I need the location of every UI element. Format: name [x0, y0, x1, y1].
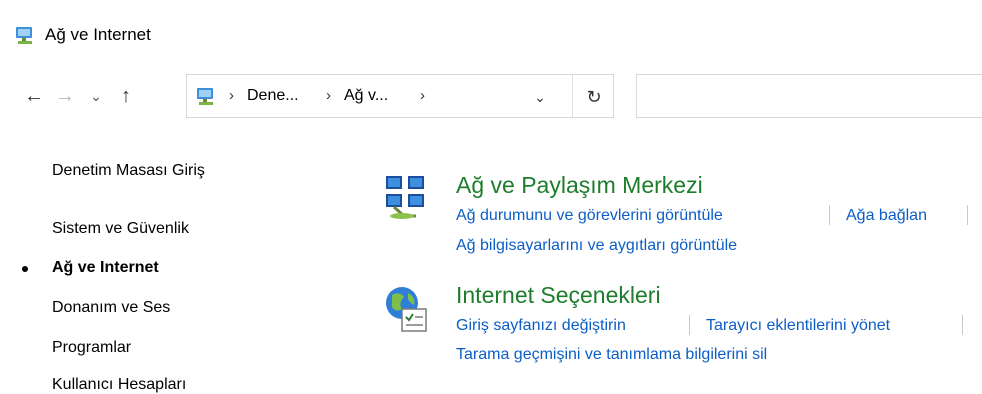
- chevron-down-icon: ⌄: [90, 87, 102, 104]
- link-view-network-status[interactable]: Ağ durumunu ve görevlerini görüntüle: [456, 207, 723, 225]
- sidebar-item-hardware-sound[interactable]: Donanım ve Ses: [52, 299, 170, 317]
- link-manage-addons[interactable]: Tarayıcı eklentilerini yönet: [706, 317, 890, 335]
- back-arrow-icon: ←: [24, 84, 44, 107]
- sidebar-item-system-security[interactable]: Sistem ve Güvenlik: [52, 220, 189, 238]
- breadcrumb-item[interactable]: Ağ v...: [344, 87, 388, 105]
- chevron-down-icon: ⌄: [534, 88, 546, 105]
- refresh-icon: ↻: [586, 86, 602, 107]
- link-divider: [829, 205, 830, 225]
- up-button[interactable]: ↑: [114, 82, 138, 110]
- link-connect-network[interactable]: Ağa bağlan: [846, 207, 927, 225]
- sidebar-item-programs[interactable]: Programlar: [52, 339, 131, 357]
- link-view-network-computers[interactable]: Ağ bilgisayarlarını ve aygıtları görüntü…: [456, 237, 737, 255]
- active-bullet-icon: [22, 266, 28, 272]
- sidebar-item-network-internet[interactable]: Ağ ve Internet: [52, 259, 159, 277]
- link-divider: [967, 205, 968, 225]
- breadcrumb-item[interactable]: Dene...: [247, 87, 299, 105]
- breadcrumb-separator-icon[interactable]: ›: [326, 87, 331, 104]
- address-dropdown-button[interactable]: ⌄: [528, 83, 552, 111]
- breadcrumb-separator-icon[interactable]: ›: [420, 87, 425, 104]
- back-button[interactable]: ←: [22, 82, 46, 110]
- refresh-button[interactable]: ↻: [582, 83, 606, 111]
- search-input[interactable]: [636, 74, 982, 118]
- sidebar-item-home[interactable]: Denetim Masası Giriş: [52, 162, 205, 180]
- address-divider: [572, 75, 573, 117]
- internet-options-icon[interactable]: [382, 285, 430, 333]
- forward-arrow-icon: →: [55, 84, 75, 107]
- window-title: Ağ ve Internet: [45, 25, 151, 44]
- up-arrow-icon: ↑: [121, 84, 131, 107]
- breadcrumb-separator-icon[interactable]: ›: [229, 87, 234, 104]
- forward-button[interactable]: →: [53, 82, 77, 110]
- link-divider: [962, 315, 963, 335]
- network-sharing-center-icon[interactable]: [382, 174, 430, 222]
- recent-locations-button[interactable]: ⌄: [84, 82, 108, 110]
- address-bar[interactable]: › Dene... › Ağ v... › ⌄ ↻: [186, 74, 614, 118]
- sidebar-item-user-accounts[interactable]: Kullanıcı Hesapları: [52, 376, 186, 394]
- category-title-internet-options[interactable]: Internet Seçenekleri: [456, 282, 661, 309]
- title-bar: Ağ ve Internet: [0, 0, 982, 68]
- link-divider: [689, 315, 690, 335]
- network-folder-icon: [16, 27, 32, 44]
- network-folder-icon: [197, 88, 213, 105]
- link-delete-history[interactable]: Tarama geçmişini ve tanımlama bilgilerin…: [456, 346, 767, 364]
- category-title-network-sharing[interactable]: Ağ ve Paylaşım Merkezi: [456, 172, 703, 199]
- link-change-homepage[interactable]: Giriş sayfanızı değiştirin: [456, 317, 626, 335]
